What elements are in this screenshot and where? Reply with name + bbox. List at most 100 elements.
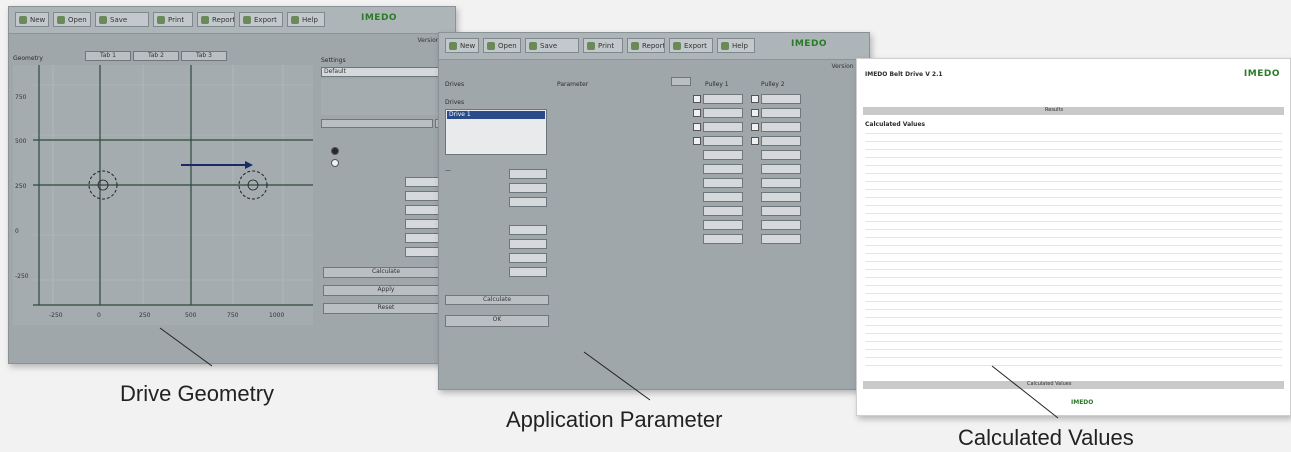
param-checkbox[interactable] (751, 95, 759, 103)
param-checkbox[interactable] (693, 95, 701, 103)
left-field[interactable] (509, 267, 547, 277)
brand-logo: IMEDO (791, 39, 828, 49)
footer-label: Calculated Values (1027, 381, 1072, 387)
toolbar-button[interactable]: Save (95, 12, 149, 27)
left-field[interactable] (509, 225, 547, 235)
left-field[interactable] (509, 197, 547, 207)
caption-drive-geometry: Drive Geometry (120, 381, 275, 406)
param-field[interactable] (703, 164, 743, 174)
column-header-2: Pulley 2 (761, 81, 785, 88)
toolbar-button[interactable]: New (445, 38, 479, 53)
param-field[interactable] (761, 234, 801, 244)
y-tick: -250 (15, 273, 29, 280)
param-checkbox[interactable] (751, 137, 759, 145)
param-checkbox[interactable] (751, 109, 759, 117)
calculate-button[interactable]: Calculate (445, 295, 549, 305)
toolbar-button[interactable]: Export (239, 12, 283, 27)
x-tick: 500 (185, 312, 197, 319)
toolbar-button[interactable]: Print (583, 38, 623, 53)
param-field[interactable] (703, 150, 743, 160)
caption-application-parameter: Application Parameter (506, 407, 723, 432)
param-field[interactable] (703, 234, 743, 244)
geometry-plot: 750 500 250 0 -250 -250 0 250 500 750 10… (13, 65, 313, 325)
param-field[interactable] (703, 94, 743, 104)
brand-logo: IMEDO (361, 13, 398, 23)
reset-button[interactable]: Reset (323, 303, 449, 314)
param-field[interactable] (761, 150, 801, 160)
param-field[interactable] (703, 136, 743, 146)
y-tick: 500 (15, 138, 27, 145)
section-title: Results (1045, 107, 1064, 113)
drives-list[interactable]: Drive 1 (445, 109, 547, 155)
tab-3[interactable]: Tab 3 (181, 51, 227, 61)
y-tick: 250 (15, 183, 27, 190)
application-parameter-screenshot: New Open Save Print Report Export Help I… (438, 32, 870, 390)
param-field[interactable] (703, 178, 743, 188)
tab-bar[interactable] (321, 119, 433, 128)
param-field[interactable] (761, 206, 801, 216)
toolbar-button[interactable]: Open (483, 38, 521, 53)
toolbar-button[interactable]: Help (287, 12, 325, 27)
param-field[interactable] (761, 164, 801, 174)
toolbar-button[interactable]: Report (197, 12, 235, 27)
toolbar-button[interactable]: Save (525, 38, 579, 53)
toolbar-button[interactable]: New (15, 12, 49, 27)
caption-calculated-values: Calculated Values (958, 425, 1134, 450)
y-tick: 0 (15, 228, 19, 235)
calculated-values-screenshot: IMEDO Belt Drive V 2.1 IMEDO Results Cal… (856, 58, 1291, 416)
param-checkbox[interactable] (693, 109, 701, 117)
report-footer-bar (863, 381, 1284, 389)
param-field[interactable] (703, 192, 743, 202)
settings-dropdown[interactable]: Default (321, 67, 451, 77)
param-field[interactable] (761, 136, 801, 146)
x-tick: 750 (227, 312, 239, 319)
param-field[interactable] (761, 122, 801, 132)
panel-title: Geometry (13, 55, 43, 62)
drives-subtitle: Drives (445, 99, 465, 106)
param-field[interactable] (761, 178, 801, 188)
report-title: IMEDO Belt Drive V 2.1 (865, 71, 943, 78)
x-tick: 1000 (269, 312, 284, 319)
toolbar-button[interactable]: Print (153, 12, 193, 27)
param-field[interactable] (761, 192, 801, 202)
brand-bottom: IMEDO (1071, 399, 1094, 406)
column-header-1: Pulley 1 (705, 81, 729, 88)
tab-2[interactable]: Tab 2 (133, 51, 179, 61)
x-tick: 0 (97, 312, 101, 319)
param-field[interactable] (761, 94, 801, 104)
param-field[interactable] (703, 122, 743, 132)
param-checkbox[interactable] (693, 123, 701, 131)
calculate-button[interactable]: Calculate (323, 267, 449, 278)
param-field[interactable] (761, 108, 801, 118)
section-subtitle: Calculated Values (865, 121, 926, 128)
toolbar: New Open Save Print Report Export Help I… (439, 33, 869, 60)
option-radio-2[interactable] (331, 159, 339, 167)
param-field[interactable] (703, 206, 743, 216)
left-field[interactable] (509, 183, 547, 193)
apply-button[interactable]: Apply (323, 285, 449, 296)
left-field[interactable] (509, 169, 547, 179)
form-label: — (445, 167, 451, 174)
left-field[interactable] (509, 253, 547, 263)
swap-button[interactable] (671, 77, 691, 86)
drives-title: Drives (445, 81, 465, 88)
settings-list (321, 79, 451, 115)
ok-button[interactable]: OK (445, 315, 549, 327)
param-field[interactable] (703, 108, 743, 118)
toolbar-button[interactable]: Report (627, 38, 665, 53)
drives-list-item[interactable]: Drive 1 (447, 111, 545, 119)
toolbar-button[interactable]: Open (53, 12, 91, 27)
toolbar-button[interactable]: Help (717, 38, 755, 53)
option-radio-1[interactable] (331, 147, 339, 155)
param-checkbox[interactable] (693, 137, 701, 145)
y-tick: 750 (15, 94, 27, 101)
report-header-bar (863, 107, 1284, 115)
tab-1[interactable]: Tab 1 (85, 51, 131, 61)
left-field[interactable] (509, 239, 547, 249)
param-field[interactable] (703, 220, 743, 230)
toolbar-button[interactable]: Export (669, 38, 713, 53)
param-field[interactable] (761, 220, 801, 230)
param-checkbox[interactable] (751, 123, 759, 131)
parameter-title: Parameter (557, 81, 589, 88)
toolbar: New Open Save Print Report Export Help I… (9, 7, 455, 34)
